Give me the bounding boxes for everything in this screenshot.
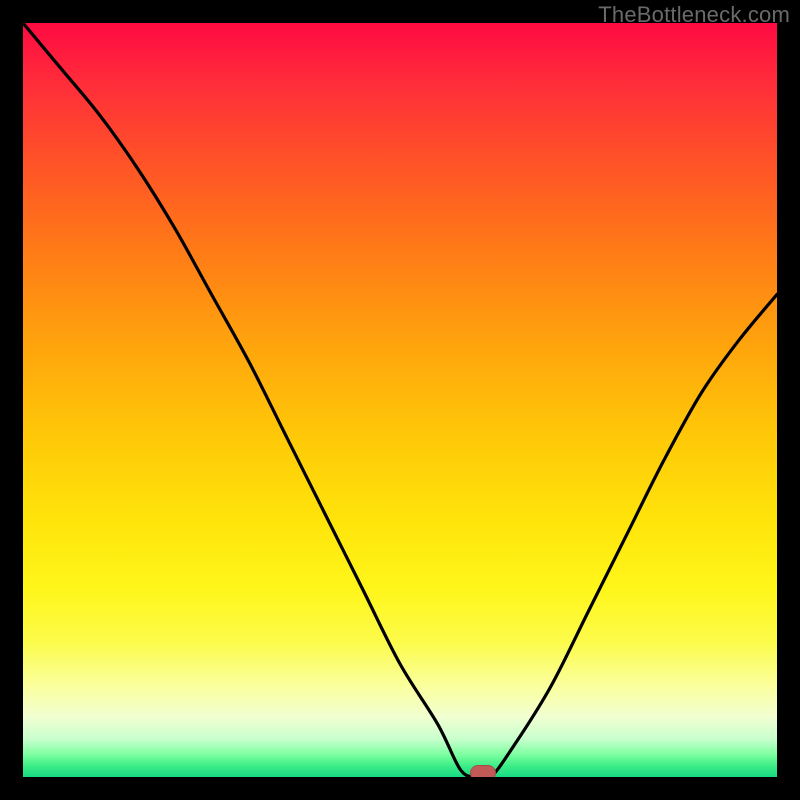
chart-frame: TheBottleneck.com	[0, 0, 800, 800]
optimal-point-marker	[470, 765, 496, 777]
plot-area	[23, 23, 777, 777]
curve-svg	[23, 23, 777, 777]
bottleneck-curve-path	[23, 23, 777, 777]
watermark-text: TheBottleneck.com	[598, 2, 790, 28]
